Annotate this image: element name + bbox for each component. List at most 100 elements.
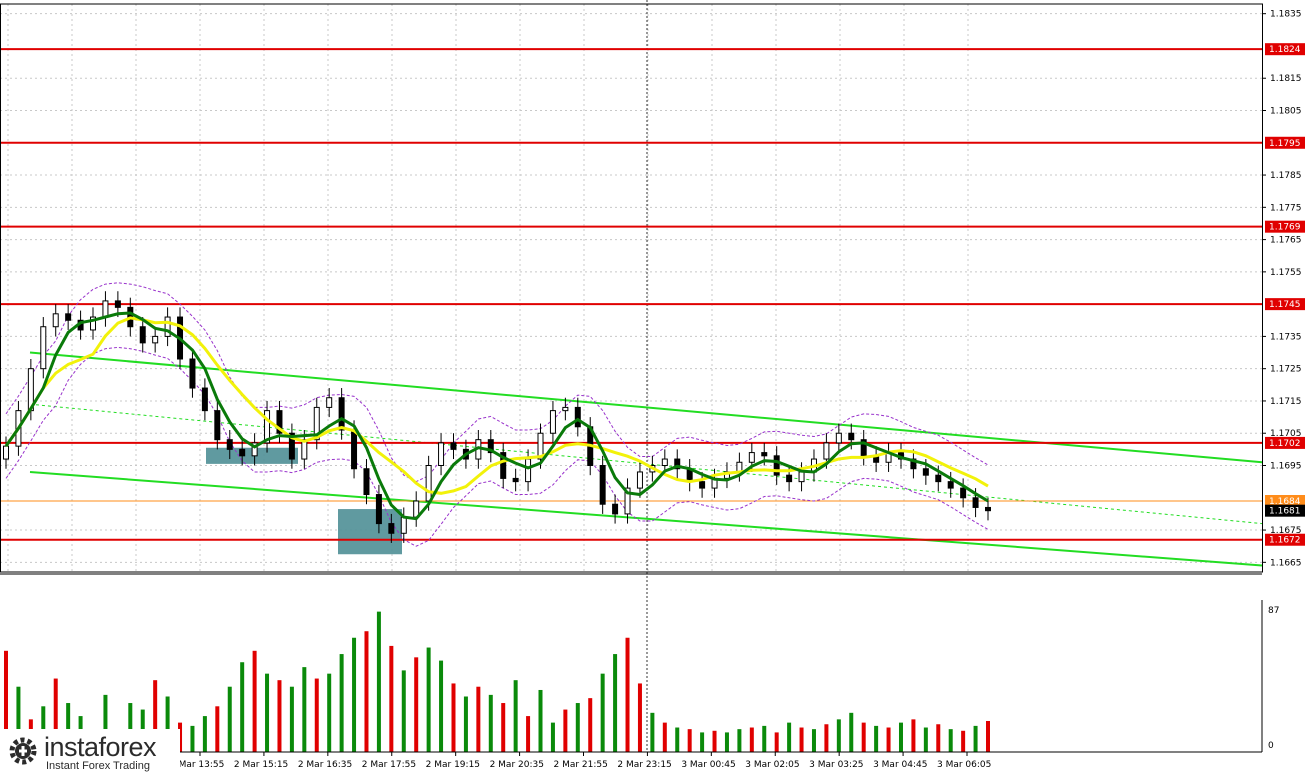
volume-bar <box>749 727 754 752</box>
price-tick-label: 1.1815 <box>1270 74 1302 84</box>
price-tick-label: 1.1735 <box>1270 332 1302 342</box>
level-price-label: 1.1745 <box>1269 300 1301 310</box>
candle-body <box>562 406 569 412</box>
candle-body <box>922 468 929 476</box>
time-tick-label: 3 Mar 06:05 <box>937 760 991 770</box>
candle-body <box>375 494 382 525</box>
volume-bar <box>488 694 493 752</box>
candle-body <box>226 439 233 450</box>
candle-body <box>786 474 793 483</box>
candle-body <box>400 516 407 534</box>
candle-body <box>612 503 619 515</box>
volume-bar <box>215 706 220 752</box>
price-tick-label: 1.1785 <box>1270 171 1302 181</box>
volume-bar <box>339 654 344 752</box>
level-price-label: 1.1769 <box>1269 223 1301 233</box>
price-axis: 1.1835 1.1815 1.1805 1.1785 1.1775 1.1765 1.17… <box>1262 10 1302 751</box>
volume-bar <box>650 712 655 752</box>
candle-body <box>388 523 395 534</box>
candle-body <box>848 432 855 441</box>
volume-bar <box>190 725 195 752</box>
volume-bar <box>252 650 257 752</box>
candle-body <box>102 300 109 318</box>
time-tick-label: 2 Mar 23:15 <box>617 760 671 770</box>
candle-body <box>574 406 581 428</box>
price-tick-label: 1.1665 <box>1270 558 1302 568</box>
candle-body <box>636 471 643 489</box>
brand-logo: instaforex Instant Forex Trading <box>0 729 180 775</box>
price-tick-label: 1.1675 <box>1270 526 1302 536</box>
volume-bar <box>327 673 332 752</box>
volume-bar <box>401 670 406 752</box>
volume-bar <box>376 611 381 752</box>
price-tick-label: 1.1755 <box>1270 268 1302 278</box>
time-tick-label: 3 Mar 04:45 <box>873 760 927 770</box>
candle-body <box>960 487 967 499</box>
time-axis: 2 Mar 13:55 2 Mar 15:15 2 Mar 16:35 2 Mar 1… <box>170 752 991 770</box>
slow-moving-average <box>4 316 989 495</box>
time-tick-label: 2 Mar 17:55 <box>362 760 416 770</box>
candle-body <box>798 471 805 483</box>
grid <box>0 0 1262 752</box>
candle-body <box>425 465 432 502</box>
time-tick-label: 3 Mar 00:45 <box>681 760 735 770</box>
volume-bar <box>687 729 692 752</box>
volume-bar <box>426 647 431 752</box>
volume-bar <box>414 657 419 752</box>
volume-bar <box>936 724 941 752</box>
time-tick-label: 3 Mar 02:05 <box>745 760 799 770</box>
chart-frame <box>0 3 1263 753</box>
time-tick-label: 2 Mar 16:35 <box>298 760 352 770</box>
time-tick-label: 2 Mar 21:55 <box>554 760 608 770</box>
time-tick-label: 3 Mar 03:25 <box>809 760 863 770</box>
level-price-label: 1.1672 <box>1269 536 1301 546</box>
candle-body <box>699 481 706 489</box>
candle-body <box>351 429 358 470</box>
candle-body <box>438 442 445 466</box>
volume-bar <box>774 732 779 752</box>
candle-body <box>661 458 668 466</box>
candles <box>3 291 991 543</box>
volume-bar <box>352 637 357 752</box>
volume-bar <box>289 686 294 752</box>
volume-bar <box>836 719 841 752</box>
volume-bar <box>613 654 618 752</box>
volume-bar <box>675 727 680 752</box>
volume-bar <box>575 703 580 752</box>
candle-body <box>599 465 606 505</box>
candle-body <box>65 313 72 321</box>
level-price-label: 1.1795 <box>1269 139 1301 149</box>
gear-icon <box>9 737 37 765</box>
candle-body <box>189 358 196 389</box>
price-chart[interactable]: 1.18241.17951.17691.17451.17021.16721.16… <box>0 0 1307 775</box>
volume-bar <box>240 662 245 752</box>
volume-bar <box>302 667 307 752</box>
volume-bar <box>700 732 705 752</box>
level-price-label: 1.1702 <box>1269 439 1301 449</box>
candle-body <box>835 432 842 444</box>
volume-bar <box>439 660 444 752</box>
volume-min-label: 0 <box>1268 741 1274 751</box>
time-tick-label: 2 Mar 19:15 <box>426 760 480 770</box>
volume-bar <box>550 722 555 752</box>
volume-bar <box>787 722 792 752</box>
volume-bar <box>501 703 506 752</box>
moving-averages <box>4 311 989 521</box>
candle-body <box>52 313 59 328</box>
price-tick-label: 1.1835 <box>1270 10 1302 20</box>
candle-body <box>773 455 780 476</box>
volume-bar <box>637 683 642 752</box>
price-tick-label: 1.1695 <box>1270 462 1302 472</box>
volume-bar <box>463 696 468 752</box>
candle-body <box>363 468 370 496</box>
volume-bar <box>227 686 232 752</box>
volume-bar <box>513 680 518 752</box>
time-tick-label: 2 Mar 20:35 <box>490 760 544 770</box>
candle-body <box>450 442 457 450</box>
price-tick-label: 1.1715 <box>1270 397 1302 407</box>
volume-bar <box>563 709 568 752</box>
volume-bar <box>476 686 481 752</box>
candle-body <box>985 506 991 512</box>
volume-bar <box>526 716 531 752</box>
volume-bar <box>861 722 866 752</box>
